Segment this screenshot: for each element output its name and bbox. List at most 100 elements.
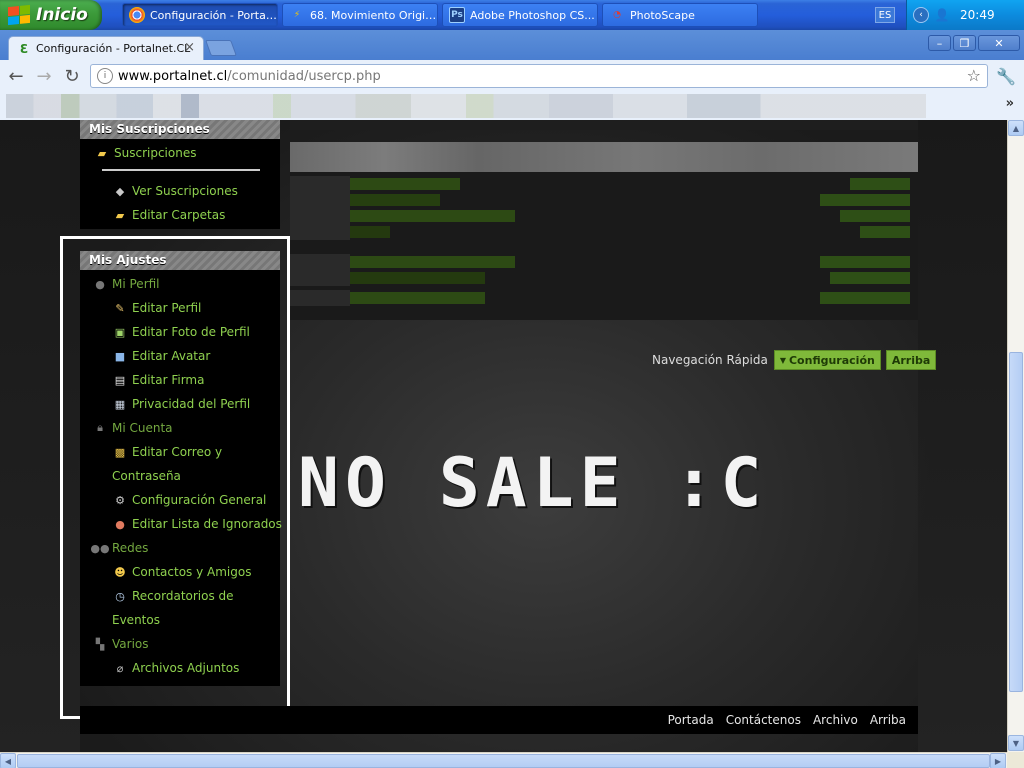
document-icon: ▤ bbox=[114, 373, 126, 387]
reload-icon[interactable]: ↻ bbox=[62, 66, 82, 87]
messenger-icon[interactable]: 👤 bbox=[934, 7, 950, 23]
vertical-scroll-thumb[interactable] bbox=[1009, 352, 1023, 692]
edit-profile-label: Editar Perfil bbox=[132, 301, 202, 315]
scroll-left-icon[interactable]: ◀ bbox=[0, 753, 16, 768]
subscriptions-folder-label: Suscripciones bbox=[114, 146, 197, 160]
task-label: PhotoScape bbox=[630, 8, 695, 22]
chrome-icon bbox=[129, 7, 145, 23]
task-chrome[interactable]: Configuración - Portal... bbox=[122, 3, 278, 27]
wrench-menu-icon[interactable]: 🔧 bbox=[996, 67, 1016, 86]
edit-profile-photo-link[interactable]: ▣ Editar Foto de Perfil bbox=[80, 320, 280, 344]
divider bbox=[102, 169, 260, 171]
scroll-down-icon[interactable]: ▼ bbox=[1008, 735, 1024, 751]
vertical-scrollbar[interactable]: ▲ ▼ bbox=[1007, 120, 1024, 752]
quick-nav-top-label: Arriba bbox=[891, 353, 931, 367]
paperclip-icon: ⌀ bbox=[116, 661, 124, 675]
footer-link-home[interactable]: Portada bbox=[668, 713, 714, 727]
general-settings-label: Configuración General bbox=[132, 493, 267, 507]
edit-email-password-link[interactable]: ▩ Editar Correo y bbox=[80, 440, 280, 464]
event-reminders-link[interactable]: ◷ Recordatorios de bbox=[80, 584, 280, 608]
subscriptions-table-blurred bbox=[290, 142, 918, 320]
photo-edit-icon: ▣ bbox=[114, 325, 126, 339]
bookmarks-bar: » bbox=[0, 92, 1024, 120]
tag-icon: ◆ bbox=[115, 184, 125, 198]
edit-password-label: Contraseña bbox=[112, 469, 181, 483]
overlay-message: NO SALE :C bbox=[298, 444, 768, 523]
scroll-right-icon[interactable]: ▶ bbox=[990, 753, 1006, 768]
event-reminders-label: Recordatorios de bbox=[132, 589, 234, 603]
horizontal-scroll-thumb[interactable] bbox=[17, 754, 990, 768]
edit-profile-link[interactable]: ✎ Editar Perfil bbox=[80, 296, 280, 320]
footer-link-contact[interactable]: Contáctenos bbox=[726, 713, 801, 727]
more-bookmarks-icon[interactable]: » bbox=[1006, 96, 1014, 111]
ignore-list-label: Editar Lista de Ignorados bbox=[132, 517, 282, 531]
table-row bbox=[290, 254, 918, 270]
settings-header: Mis Ajustes bbox=[80, 251, 280, 270]
tab-title: Configuración - Portalnet.CL bbox=[36, 42, 191, 55]
photoscape-icon: ◔ bbox=[613, 10, 621, 20]
windows-stack-icon: ▚ bbox=[95, 637, 105, 651]
attachments-link[interactable]: ⌀ Archivos Adjuntos bbox=[80, 656, 280, 680]
table-row bbox=[290, 270, 918, 286]
users-icon: ●● bbox=[90, 541, 110, 555]
photoshop-icon: Ps bbox=[449, 7, 465, 23]
bookmarks-blurred bbox=[6, 94, 926, 118]
view-subscriptions-link[interactable]: ◆ Ver Suscripciones bbox=[80, 179, 280, 203]
tab-active[interactable]: Ɛ Configuración - Portalnet.CL × bbox=[8, 36, 204, 60]
networks-category-label: Redes bbox=[112, 541, 149, 555]
page-info-icon[interactable]: i bbox=[97, 68, 113, 84]
start-button[interactable]: Inicio bbox=[0, 0, 102, 30]
scroll-up-icon[interactable]: ▲ bbox=[1008, 120, 1024, 136]
task-photoshop[interactable]: Ps Adobe Photoshop CS... bbox=[442, 3, 598, 27]
footer-link-top[interactable]: Arriba bbox=[870, 713, 906, 727]
edit-signature-link[interactable]: ▤ Editar Firma bbox=[80, 368, 280, 392]
task-label: 68. Movimiento Origin... bbox=[310, 8, 437, 22]
ignore-list-link[interactable]: ● Editar Lista de Ignorados bbox=[80, 512, 282, 536]
general-settings-link[interactable]: ⚙ Configuración General bbox=[80, 488, 280, 512]
profile-privacy-link[interactable]: ▦ Privacidad del Perfil bbox=[80, 392, 280, 416]
edit-folders-link[interactable]: ▰ Editar Carpetas bbox=[80, 203, 280, 227]
quick-nav-config-button[interactable]: ▼ Configuración bbox=[773, 350, 881, 370]
task-winamp[interactable]: ⚡ 68. Movimiento Origin... bbox=[282, 3, 438, 27]
new-tab-button[interactable] bbox=[205, 40, 237, 56]
user-icon: ● bbox=[95, 277, 105, 291]
back-icon[interactable]: ← bbox=[6, 66, 26, 87]
bookmark-star-icon[interactable]: ☆ bbox=[967, 66, 981, 85]
language-indicator[interactable]: ES bbox=[875, 7, 895, 23]
portalnet-favicon-icon: Ɛ bbox=[19, 41, 29, 56]
task-photoscape[interactable]: ◔ PhotoScape bbox=[602, 3, 758, 27]
smiley-icon: ☻ bbox=[114, 565, 126, 579]
task-list: Configuración - Portal... ⚡ 68. Movimien… bbox=[122, 3, 758, 27]
clock-icon: ◷ bbox=[115, 589, 125, 603]
restore-icon[interactable]: ❐ bbox=[953, 35, 976, 51]
horizontal-scrollbar[interactable]: ◀ ▶ bbox=[0, 752, 1007, 768]
quick-nav-top-button[interactable]: Arriba bbox=[885, 350, 937, 370]
footer-link-archive[interactable]: Archivo bbox=[813, 713, 858, 727]
contacts-friends-link[interactable]: ☻ Contactos y Amigos bbox=[80, 560, 280, 584]
quick-nav-label: Navegación Rápida bbox=[652, 353, 768, 367]
minimize-icon[interactable]: – bbox=[928, 35, 951, 51]
subscriptions-folder[interactable]: ▰ Suscripciones bbox=[80, 141, 280, 165]
table-row bbox=[290, 192, 918, 208]
attachments-label: Archivos Adjuntos bbox=[132, 661, 240, 675]
usercp-sidebar: Mis Suscripciones ▰ Suscripciones ◆ Ver … bbox=[80, 120, 282, 686]
page-footer: Portada Contáctenos Archivo Arriba bbox=[80, 706, 918, 734]
lock-icon: 🔒︎ bbox=[97, 421, 103, 434]
folder-edit-icon: ▰ bbox=[115, 208, 125, 222]
edit-email-password-link-cont[interactable]: Contraseña bbox=[80, 464, 280, 488]
clock: 20:49 bbox=[960, 8, 995, 22]
show-hidden-icons-icon[interactable]: ‹ bbox=[913, 7, 929, 23]
table-row bbox=[290, 176, 918, 192]
close-tab-icon[interactable]: × bbox=[184, 40, 195, 55]
forward-icon[interactable]: → bbox=[34, 66, 54, 87]
event-reminders-link-cont[interactable]: Eventos bbox=[80, 608, 280, 632]
scrollbar-corner bbox=[1007, 752, 1024, 768]
address-bar[interactable]: i www.portalnet.cl/comunidad/usercp.php … bbox=[90, 64, 988, 88]
event-reminders-label-cont: Eventos bbox=[112, 613, 160, 627]
privacy-card-icon: ▦ bbox=[114, 397, 126, 411]
table-row bbox=[290, 224, 918, 240]
misc-category-label: Varios bbox=[112, 637, 149, 651]
profile-category-label: Mi Perfil bbox=[112, 277, 160, 291]
edit-avatar-link[interactable]: ■ Editar Avatar bbox=[80, 344, 280, 368]
close-window-icon[interactable]: ✕ bbox=[978, 35, 1020, 51]
